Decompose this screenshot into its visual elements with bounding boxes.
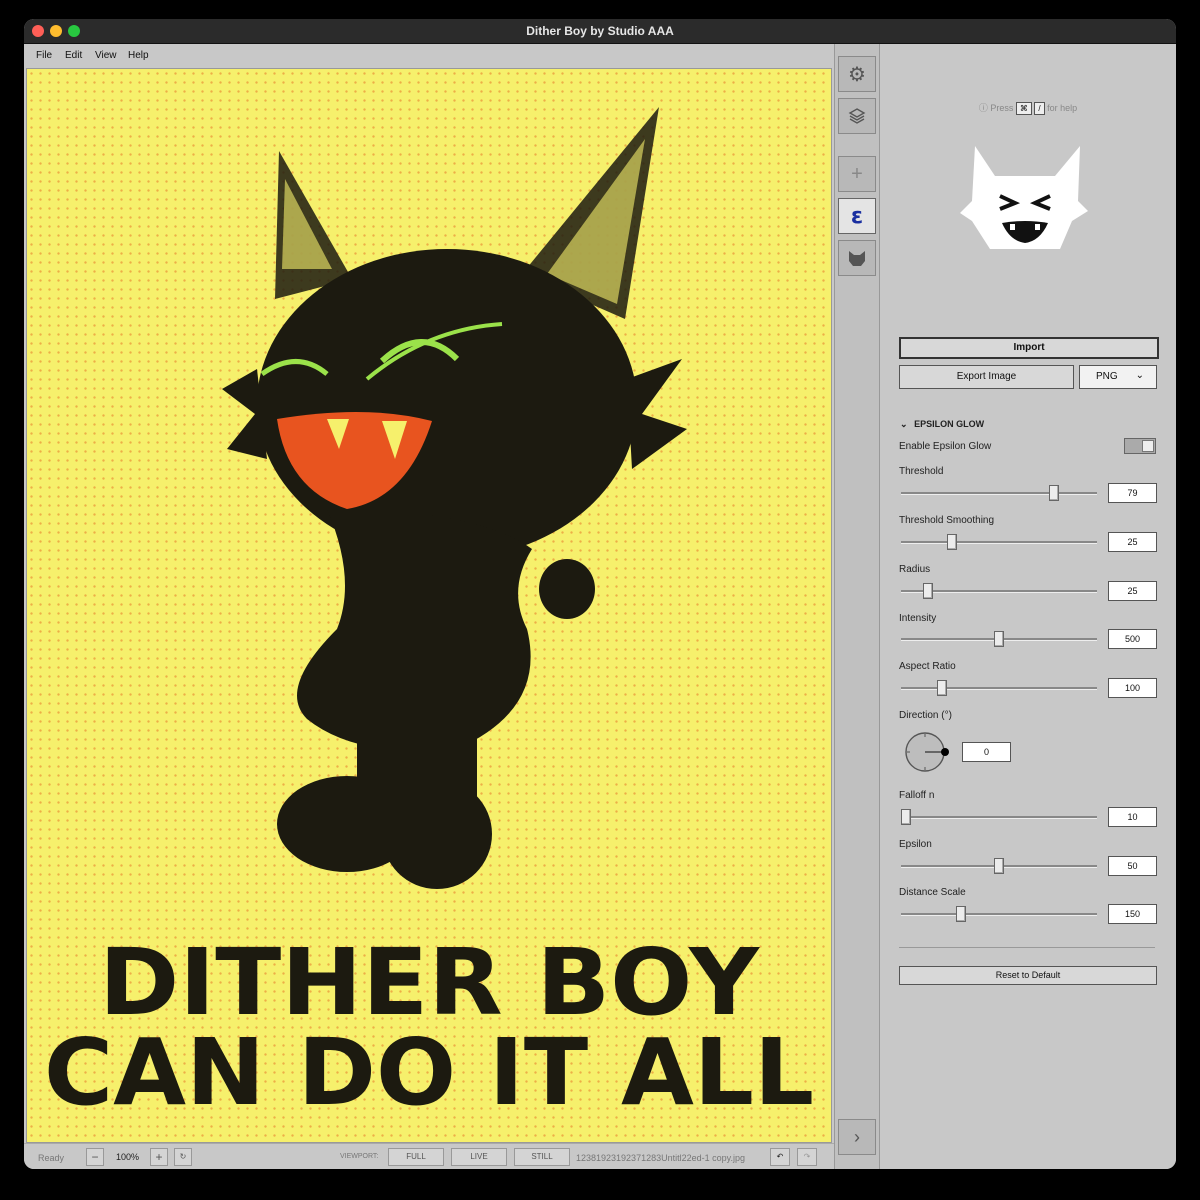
menu-view[interactable]: View (95, 50, 117, 61)
intensity-value[interactable]: 500 (1108, 629, 1157, 649)
radius-slider[interactable] (901, 583, 1097, 599)
chevron-right-icon: › (854, 1126, 860, 1147)
threshold-value[interactable]: 79 (1108, 483, 1157, 503)
slider-label: Falloff n (899, 790, 935, 801)
title-bar: Dither Boy by Studio AAA (24, 19, 1176, 44)
reset-zoom-button[interactable]: ↻ (174, 1148, 192, 1166)
epsilon-icon: ε (850, 203, 864, 229)
dithered-cat-illustration (222, 107, 687, 889)
format-select[interactable]: PNG ⌄ (1079, 365, 1157, 389)
import-button[interactable]: Import (899, 337, 1159, 359)
viewport-label: VIEWPORT: (340, 1153, 379, 1160)
section-header[interactable]: ⌄ EPSILON GLOW (900, 419, 984, 430)
epsilon-slider[interactable] (901, 858, 1097, 874)
cat-tool-button[interactable] (838, 240, 876, 276)
direction-label: Direction (°) (899, 710, 952, 721)
slider-thumb[interactable] (937, 680, 947, 696)
menu-edit[interactable]: Edit (65, 50, 82, 61)
cat-logo (960, 146, 1088, 249)
status-bar: Ready − 100% + ↻ VIEWPORT: FULL LIVE STI… (24, 1143, 834, 1169)
settings-tool-button[interactable]: ⚙ (838, 56, 876, 92)
slider-thumb[interactable] (956, 906, 966, 922)
slider-label: Epsilon (899, 839, 932, 850)
chevron-down-icon: ⌄ (900, 419, 908, 429)
slider-label: Threshold (899, 466, 944, 477)
command-key: ⌘ (1015, 102, 1032, 115)
menu-help[interactable]: Help (128, 50, 149, 61)
direction-value[interactable]: 0 (962, 742, 1011, 762)
settings-panel: ⓘ Press ⌘ / for help Import Export Image… (880, 44, 1176, 1169)
menu-bar: File Edit View Help (24, 44, 834, 68)
plus-icon: + (851, 162, 863, 185)
radius-value[interactable]: 25 (1108, 581, 1157, 601)
menu-file[interactable]: File (36, 50, 52, 61)
slider-label: Aspect Ratio (899, 661, 956, 672)
slider-thumb[interactable] (994, 631, 1004, 647)
threshold-smoothing-value[interactable]: 25 (1108, 532, 1157, 552)
slider-label: Radius (899, 564, 931, 575)
layers-tool-button[interactable] (838, 98, 876, 134)
zoom-out-button[interactable]: − (86, 1148, 104, 1166)
help-hint: ⓘ Press ⌘ / for help (880, 101, 1176, 115)
slider-thumb[interactable] (994, 858, 1004, 874)
chevron-down-icon: ⌄ (1135, 370, 1144, 381)
undo-button[interactable]: ↶ (770, 1148, 790, 1166)
slider-label: Threshold Smoothing (899, 515, 995, 526)
viewport-live-button[interactable]: LIVE (451, 1148, 507, 1166)
direction-dial[interactable] (904, 731, 952, 775)
distance-scale-value[interactable]: 150 (1108, 904, 1157, 924)
undo-icon: ↶ (776, 1152, 784, 1161)
enable-toggle[interactable] (1124, 438, 1156, 454)
toggle-knob (1142, 440, 1154, 452)
image-canvas[interactable]: DITHER BOY CAN DO IT ALL (26, 68, 832, 1143)
reset-to-default-button[interactable]: Reset to Default (899, 966, 1157, 985)
tool-strip: ⚙ + ε › (834, 44, 880, 1169)
help-prefix: Press (990, 103, 1014, 113)
slider-label: Distance Scale (899, 887, 966, 898)
enable-label: Enable Epsilon Glow (899, 441, 992, 452)
epsilon-value[interactable]: 50 (1108, 856, 1157, 876)
falloff-value[interactable]: 10 (1108, 807, 1157, 827)
section-title: EPSILON GLOW (914, 419, 985, 429)
headline-line-2: CAN DO IT ALL (44, 1019, 814, 1126)
slider-thumb[interactable] (1049, 485, 1059, 501)
format-value: PNG (1096, 371, 1118, 382)
zoom-level: 100% (116, 1152, 140, 1162)
slider-thumb[interactable] (923, 583, 933, 599)
status-text: Ready (38, 1153, 65, 1163)
file-name: 12381923192371283Untitl22ed-1 copy.jpg (576, 1153, 745, 1163)
aspect-ratio-value[interactable]: 100 (1108, 678, 1157, 698)
slider-thumb[interactable] (947, 534, 957, 550)
window-title: Dither Boy by Studio AAA (526, 24, 674, 38)
layers-icon (848, 108, 866, 124)
falloff-slider[interactable] (901, 809, 1097, 825)
distance-scale-slider[interactable] (901, 906, 1097, 922)
slash-key: / (1034, 102, 1045, 115)
redo-button[interactable]: ↷ (797, 1148, 817, 1166)
app-window: Dither Boy by Studio AAA File Edit View … (24, 19, 1176, 1169)
slider-label: Intensity (899, 613, 937, 624)
viewport-still-button[interactable]: STILL (514, 1148, 570, 1166)
help-suffix: for help (1047, 103, 1078, 113)
add-effect-button[interactable]: + (838, 156, 876, 192)
threshold-slider[interactable] (901, 485, 1097, 501)
divider (899, 947, 1155, 948)
rotate-icon: ↻ (179, 1152, 187, 1161)
collapse-panel-button[interactable]: › (838, 1119, 876, 1155)
redo-icon: ↷ (803, 1152, 811, 1161)
viewport-full-button[interactable]: FULL (388, 1148, 444, 1166)
cat-icon (849, 251, 865, 266)
gear-icon: ⚙ (848, 63, 866, 86)
intensity-slider[interactable] (901, 631, 1097, 647)
info-icon: ⓘ (978, 103, 988, 113)
export-image-button[interactable]: Export Image (899, 365, 1074, 389)
threshold-smoothing-slider[interactable] (901, 534, 1097, 550)
epsilon-glow-tool-button[interactable]: ε (838, 198, 876, 234)
aspect-ratio-slider[interactable] (901, 680, 1097, 696)
slider-thumb[interactable] (901, 809, 911, 825)
zoom-in-button[interactable]: + (150, 1148, 168, 1166)
